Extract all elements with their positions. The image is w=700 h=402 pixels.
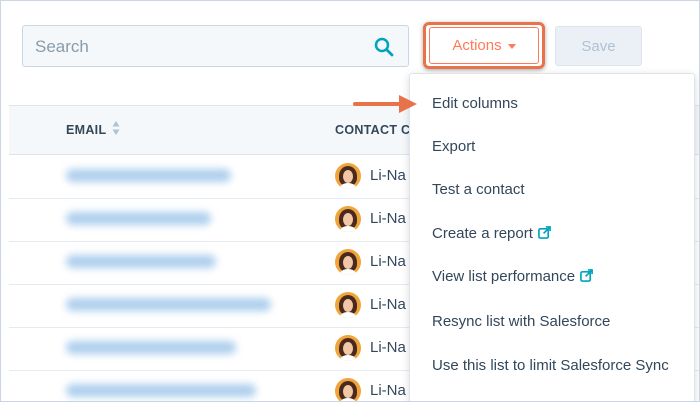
actions-dropdown-menu: Edit columns Export Test a contact Creat… (409, 73, 695, 401)
column-header-email[interactable]: EMAIL (66, 123, 106, 137)
contact-name[interactable]: Li-Na (370, 339, 406, 356)
avatar (335, 378, 361, 401)
avatar (335, 335, 361, 361)
column-header-contact[interactable]: CONTACT C (335, 123, 410, 137)
contact-name[interactable]: Li-Na (370, 210, 406, 227)
avatar (335, 292, 361, 318)
avatar (335, 163, 361, 189)
menu-item-resync-salesforce[interactable]: Resync list with Salesforce (410, 300, 694, 343)
menu-item-label: View list performance (432, 268, 576, 285)
menu-item-label: Resync list with Salesforce (432, 313, 611, 330)
email-cell-blurred (66, 212, 211, 225)
avatar (335, 249, 361, 275)
email-cell-blurred (66, 298, 271, 311)
save-button[interactable]: Save (555, 26, 642, 66)
menu-item-view-list-performance[interactable]: View list performance (410, 255, 694, 298)
save-button-label: Save (581, 37, 616, 55)
menu-item-export[interactable]: Export (410, 125, 694, 168)
email-cell-blurred (66, 341, 236, 354)
actions-button[interactable]: Actions (429, 27, 539, 64)
menu-item-limit-salesforce-sync[interactable]: Use this list to limit Salesforce Sync (410, 344, 694, 387)
app-frame: Search Actions Save EMAIL CONTACT C Li-N… (0, 0, 700, 402)
contact-name[interactable]: Li-Na (370, 253, 406, 270)
search-input[interactable]: Search (22, 25, 409, 67)
email-cell-blurred (66, 384, 256, 397)
actions-button-label: Actions (452, 37, 502, 54)
caret-down-icon (507, 44, 516, 49)
search-placeholder: Search (35, 37, 89, 56)
contact-name[interactable]: Li-Na (370, 382, 406, 399)
menu-item-label: Edit columns (432, 95, 518, 112)
email-cell-blurred (66, 255, 216, 268)
search-icon[interactable] (374, 37, 394, 57)
external-link-icon (537, 225, 551, 239)
sort-icon[interactable] (112, 120, 120, 136)
menu-item-label: Export (432, 138, 476, 155)
menu-item-edit-columns[interactable]: Edit columns (410, 82, 694, 125)
menu-item-label: Test a contact (432, 181, 525, 198)
callout-arrow-icon (353, 95, 417, 113)
menu-item-label: Use this list to limit Salesforce Sync (432, 357, 669, 374)
contact-name[interactable]: Li-Na (370, 296, 406, 313)
menu-item-create-report[interactable]: Create a report (410, 212, 694, 255)
menu-item-test-contact[interactable]: Test a contact (410, 168, 694, 211)
contact-name[interactable]: Li-Na (370, 167, 406, 184)
menu-item-label: Create a report (432, 225, 533, 242)
avatar (335, 206, 361, 232)
email-cell-blurred (66, 169, 231, 182)
external-link-icon (580, 268, 594, 282)
